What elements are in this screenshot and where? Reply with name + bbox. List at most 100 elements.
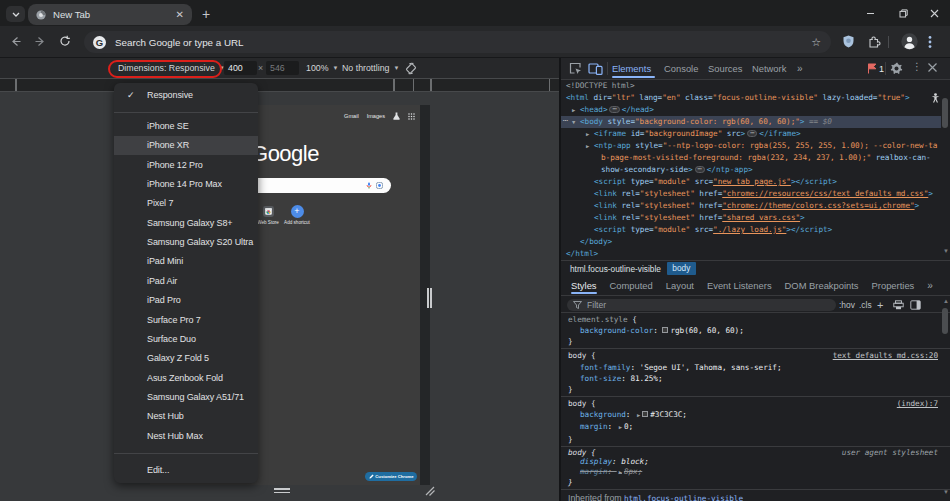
shorthand-expand-icon[interactable]: ▶ bbox=[635, 412, 642, 418]
tree-row[interactable]: <body style="background-color: rgb(60, 6… bbox=[580, 116, 832, 128]
devtools-close-button[interactable] bbox=[927, 62, 938, 73]
device-menu-item-samsung-galaxy-a51-71[interactable]: Samsung Galaxy A51/71 bbox=[114, 387, 258, 406]
profile-avatar[interactable] bbox=[901, 33, 918, 50]
tree-row[interactable]: <html dir="ltr" lang="en" class="focus-o… bbox=[566, 92, 910, 104]
expand-inline-button[interactable]: ⋯ bbox=[695, 166, 705, 173]
viewport-resize-bottom-grip[interactable] bbox=[274, 488, 290, 490]
css-selector[interactable]: body bbox=[568, 448, 586, 457]
extensions-button[interactable] bbox=[868, 35, 881, 48]
tree-row[interactable]: <!DOCTYPE html> bbox=[566, 80, 635, 92]
google-lens-icon[interactable] bbox=[376, 182, 383, 189]
customize-chrome-button[interactable]: Customize Chrome bbox=[365, 472, 417, 481]
devtools-tab-elements[interactable]: Elements bbox=[612, 58, 651, 79]
extension-shield-icon[interactable] bbox=[843, 35, 854, 48]
sidebar-tab-layout[interactable]: Layout bbox=[666, 276, 694, 296]
apps-grid-icon[interactable] bbox=[408, 113, 415, 120]
viewport-resize-right-grip[interactable] bbox=[427, 288, 429, 308]
tab-search-button[interactable] bbox=[6, 6, 25, 22]
bookmark-star-icon[interactable]: ☆ bbox=[811, 36, 821, 49]
css-declaration[interactable]: font-family: 'Segoe UI', Tahoma, sans-se… bbox=[568, 362, 950, 373]
expand-inline-button[interactable]: ⋯ bbox=[747, 130, 757, 137]
window-minimize-button[interactable] bbox=[863, 6, 877, 20]
devtools-settings-button[interactable] bbox=[890, 62, 903, 75]
rotate-viewport-button[interactable] bbox=[404, 58, 418, 78]
sidebar-more-tabs-button[interactable]: » bbox=[927, 276, 933, 296]
color-swatch[interactable] bbox=[642, 411, 648, 417]
new-style-rule-button[interactable]: + bbox=[877, 296, 883, 313]
css-declaration[interactable]: display: block; bbox=[568, 457, 950, 467]
back-button[interactable] bbox=[10, 36, 21, 47]
sidebar-tab-computed[interactable]: Computed bbox=[610, 276, 653, 296]
viewport-height-input[interactable]: 546 bbox=[266, 58, 299, 78]
device-menu-item-nest-hub-max[interactable]: Nest Hub Max bbox=[114, 426, 258, 445]
css-declaration[interactable]: font-size: 81.25%; bbox=[568, 373, 950, 384]
tree-row[interactable]: <link rel="stylesheet" href="chrome://th… bbox=[594, 200, 919, 212]
tree-row-menu-dots[interactable]: ⋯ bbox=[563, 116, 567, 128]
tree-collapsed-arrow-icon[interactable]: ▶ bbox=[572, 104, 575, 116]
stylesheet-source-link[interactable]: text_defaults_md.css:20 bbox=[833, 350, 938, 361]
device-menu-item-surface-duo[interactable]: Surface Duo bbox=[114, 329, 258, 348]
window-close-button[interactable] bbox=[927, 6, 941, 20]
tree-row[interactable]: <script type="module" src="new_tab_page.… bbox=[594, 176, 837, 188]
new-tab-button[interactable]: + bbox=[198, 6, 214, 22]
tree-row[interactable]: b-page-most-visited-foreground: rgba(232… bbox=[601, 152, 931, 164]
styles-scrollbar-thumb[interactable] bbox=[942, 308, 948, 334]
tree-row[interactable]: <link rel="stylesheet" href="chrome://re… bbox=[594, 188, 933, 200]
scroll-down-icon[interactable]: ▼ bbox=[943, 489, 949, 495]
tree-row[interactable]: </html> bbox=[566, 248, 598, 260]
shorthand-expand-icon[interactable]: ▶ bbox=[617, 424, 624, 430]
expand-inline-button[interactable]: ⋯ bbox=[609, 106, 619, 113]
css-selector[interactable]: body bbox=[568, 399, 586, 408]
devtools-tab-console[interactable]: Console bbox=[664, 58, 698, 79]
device-menu-item-ipad-mini[interactable]: iPad Mini bbox=[114, 252, 258, 271]
device-menu-item-ipad-air[interactable]: iPad Air bbox=[114, 271, 258, 290]
viewport-resize-bottom-grip[interactable] bbox=[274, 492, 290, 494]
inspect-element-button[interactable] bbox=[569, 62, 582, 75]
tree-row[interactable]: <iframe id="backgroundImage" src>⋯</ifra… bbox=[594, 128, 801, 140]
element-classes-button[interactable]: .cls bbox=[859, 296, 872, 313]
tree-row[interactable]: </body> bbox=[580, 236, 612, 248]
toggle-device-toolbar-button[interactable] bbox=[588, 62, 603, 75]
css-selector[interactable]: body bbox=[568, 351, 586, 360]
breadcrumb-body[interactable]: body bbox=[667, 262, 696, 276]
tree-collapsed-arrow-icon[interactable]: ▶ bbox=[586, 128, 589, 140]
css-selector[interactable]: element.style bbox=[568, 315, 628, 324]
sidebar-tab-dom-breakpoints[interactable]: DOM Breakpoints bbox=[785, 276, 859, 296]
device-menu-item-edit[interactable]: Edit... bbox=[114, 460, 258, 479]
viewport-resize-corner-grip[interactable] bbox=[423, 486, 435, 496]
issues-button[interactable]: 1 bbox=[867, 63, 884, 74]
elements-scrollbar-thumb[interactable] bbox=[942, 98, 948, 128]
color-swatch[interactable] bbox=[662, 327, 668, 333]
device-menu-item-ipad-pro[interactable]: iPad Pro bbox=[114, 291, 258, 310]
device-menu-item-iphone-12-pro[interactable]: iPhone 12 Pro bbox=[114, 155, 258, 174]
voice-search-icon[interactable] bbox=[366, 182, 372, 189]
sidebar-tab-event-listeners[interactable]: Event Listeners bbox=[707, 276, 772, 296]
more-tabs-button[interactable]: » bbox=[797, 58, 803, 79]
computed-sidebar-toggle-button[interactable] bbox=[910, 296, 921, 313]
sidebar-tab-styles[interactable]: Styles bbox=[571, 276, 597, 296]
address-bar[interactable]: G Search Google or type a URL ☆ bbox=[84, 31, 831, 53]
devtools-menu-button[interactable]: ⋮ bbox=[912, 61, 922, 72]
devtools-tab-sources[interactable]: Sources bbox=[708, 58, 742, 79]
rendering-emulations-button[interactable] bbox=[893, 296, 904, 313]
tree-row[interactable]: show-secondary-side>⋯</ntp-app> bbox=[601, 164, 753, 176]
browser-menu-button[interactable] bbox=[928, 35, 932, 49]
shortcut-add[interactable]: + Add shortcut bbox=[275, 205, 319, 225]
scroll-down-icon[interactable]: ▼ bbox=[943, 248, 949, 254]
css-declaration[interactable]: margin: ▶0; bbox=[568, 421, 950, 433]
device-menu-item-pixel-7[interactable]: Pixel 7 bbox=[114, 194, 258, 213]
device-menu-item-surface-pro-7[interactable]: Surface Pro 7 bbox=[114, 310, 258, 329]
shorthand-expand-icon[interactable]: ▶ bbox=[617, 469, 624, 475]
tab-new-tab[interactable]: New Tab ✕ bbox=[28, 4, 192, 25]
images-link[interactable]: Images bbox=[367, 113, 385, 119]
device-menu-item-iphone-xr[interactable]: iPhone XR bbox=[114, 136, 258, 155]
tree-row[interactable]: <head>⋯</head> bbox=[580, 104, 654, 116]
reload-button[interactable] bbox=[59, 35, 71, 47]
stylesheet-source-link[interactable]: (index):7 bbox=[897, 398, 938, 409]
search-labs-icon[interactable] bbox=[393, 112, 400, 120]
css-declaration[interactable]: margin: ▶8px; bbox=[568, 467, 950, 478]
scroll-up-icon[interactable]: ▲ bbox=[943, 298, 949, 304]
tree-expanded-arrow-icon[interactable]: ▼ bbox=[572, 116, 575, 128]
toggle-element-state-button[interactable]: :hov bbox=[839, 296, 855, 313]
device-menu-item-iphone-se[interactable]: iPhone SE bbox=[114, 117, 258, 136]
